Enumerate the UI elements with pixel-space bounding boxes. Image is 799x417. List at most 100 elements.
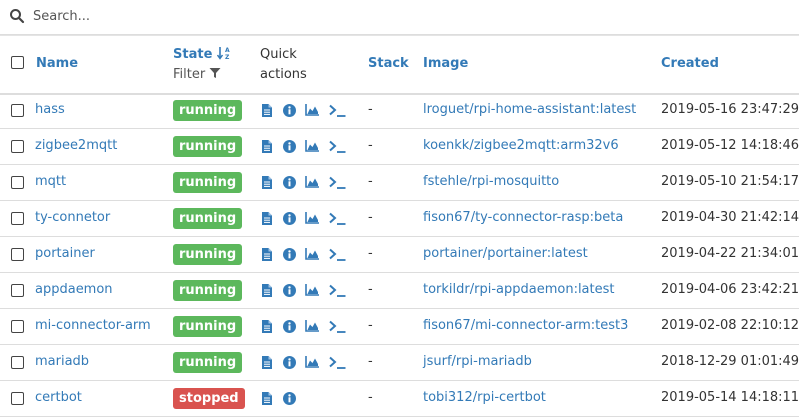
row-checkbox[interactable]: [11, 392, 24, 405]
state-filter-label: Filter: [173, 67, 206, 82]
table-row: ty-connetor running - fison67/ty-connector-…: [0, 200, 799, 237]
select-all-checkbox[interactable]: [11, 56, 24, 69]
console-icon[interactable]: [329, 103, 346, 117]
created-timestamp: 2019-04-06 23:42:21: [661, 282, 799, 297]
row-checkbox[interactable]: [11, 356, 24, 369]
table-row: mqtt running - fstehle/rpi-mosquitto 2019-05…: [0, 164, 799, 201]
logs-icon[interactable]: [262, 319, 272, 333]
created-timestamp: 2019-05-12 14:18:46: [661, 138, 799, 153]
row-checkbox[interactable]: [11, 284, 24, 297]
column-header-image[interactable]: Image: [423, 56, 468, 71]
stats-icon[interactable]: [305, 139, 319, 153]
row-checkbox[interactable]: [11, 176, 24, 189]
stack-value: -: [368, 138, 373, 153]
table-row: certbot stopped - tobi312/rpi-certbot 2019-0…: [0, 380, 799, 417]
inspect-icon[interactable]: [283, 211, 296, 225]
logs-icon[interactable]: [262, 355, 272, 369]
image-link[interactable]: fstehle/rpi-mosquitto: [423, 164, 559, 200]
image-link[interactable]: torkildr/rpi-appdaemon:latest: [423, 272, 615, 308]
created-timestamp: 2019-05-16 23:47:29: [661, 102, 799, 117]
table-row: portainer running - portainer/portainer:lat…: [0, 236, 799, 273]
container-name-link[interactable]: mariadb: [35, 344, 89, 380]
image-link[interactable]: tobi312/rpi-certbot: [423, 380, 546, 416]
logs-icon[interactable]: [262, 103, 272, 117]
created-timestamp: 2018-12-29 01:01:49: [661, 354, 799, 369]
stack-value: -: [368, 282, 373, 297]
console-icon[interactable]: [329, 319, 346, 333]
inspect-icon[interactable]: [283, 283, 296, 297]
container-name-link[interactable]: mi-connector-arm: [35, 308, 151, 344]
inspect-icon[interactable]: [283, 319, 296, 333]
image-link[interactable]: fison67/mi-connector-arm:test3: [423, 308, 628, 344]
logs-icon[interactable]: [262, 139, 272, 153]
column-header-state-label: State: [173, 47, 213, 62]
console-icon[interactable]: [329, 247, 346, 261]
image-link[interactable]: koenkk/zigbee2mqtt:arm32v6: [423, 128, 619, 164]
column-header-stack[interactable]: Stack: [368, 56, 409, 71]
image-link[interactable]: jsurf/rpi-mariadb: [423, 344, 532, 380]
logs-icon[interactable]: [262, 175, 272, 189]
stats-icon[interactable]: [305, 211, 319, 225]
stats-icon[interactable]: [305, 175, 319, 189]
column-header-created[interactable]: Created: [661, 56, 719, 71]
inspect-icon[interactable]: [283, 175, 296, 189]
search-icon: [10, 9, 25, 24]
image-link[interactable]: fison67/ty-connector-rasp:beta: [423, 200, 623, 236]
status-badge: running: [173, 352, 243, 373]
row-checkbox[interactable]: [11, 140, 24, 153]
container-name-link[interactable]: appdaemon: [35, 272, 113, 308]
column-header-name[interactable]: Name: [36, 56, 78, 71]
filter-icon: [209, 68, 221, 78]
status-badge: running: [173, 280, 243, 301]
row-checkbox[interactable]: [11, 320, 24, 333]
stats-icon[interactable]: [305, 319, 319, 333]
created-timestamp: 2019-04-30 21:42:14: [661, 210, 799, 225]
container-name-link[interactable]: ty-connetor: [35, 200, 110, 236]
created-timestamp: 2019-02-08 22:10:12: [661, 318, 799, 333]
console-icon[interactable]: [329, 283, 346, 297]
column-header-quick-actions: Quick actions: [260, 45, 307, 85]
stats-icon[interactable]: [305, 283, 319, 297]
console-icon[interactable]: [329, 355, 346, 369]
console-icon[interactable]: [329, 139, 346, 153]
image-link[interactable]: portainer/portainer:latest: [423, 236, 588, 272]
console-icon[interactable]: [329, 211, 346, 225]
console-icon[interactable]: [329, 175, 346, 189]
stats-icon[interactable]: [305, 355, 319, 369]
inspect-icon[interactable]: [283, 391, 296, 405]
stats-icon[interactable]: [305, 247, 319, 261]
inspect-icon[interactable]: [283, 247, 296, 261]
image-link[interactable]: lroguet/rpi-home-assistant:latest: [423, 92, 636, 128]
logs-icon[interactable]: [262, 211, 272, 225]
search-input[interactable]: [33, 6, 773, 26]
svg-text:A: A: [225, 47, 230, 54]
container-name-link[interactable]: hass: [35, 92, 65, 128]
column-header-state[interactable]: State A Z: [173, 46, 235, 62]
status-badge: running: [173, 244, 243, 265]
container-name-link[interactable]: portainer: [35, 236, 95, 272]
stack-value: -: [368, 174, 373, 189]
logs-icon[interactable]: [262, 247, 272, 261]
stack-value: -: [368, 390, 373, 405]
table-row: mi-connector-arm running - fison67/mi-conne…: [0, 308, 799, 345]
inspect-icon[interactable]: [283, 355, 296, 369]
quick-actions-label-line2: actions: [260, 67, 307, 82]
row-checkbox[interactable]: [11, 104, 24, 117]
table-row: mariadb running - jsurf/rpi-mariadb 2018-12-…: [0, 344, 799, 381]
container-name-link[interactable]: zigbee2mqtt: [35, 128, 117, 164]
sort-desc-icon: A Z: [216, 47, 230, 61]
table-row: appdaemon running - torkildr/rpi-appdaemon:…: [0, 272, 799, 309]
stack-value: -: [368, 102, 373, 117]
state-filter-button[interactable]: Filter: [173, 67, 221, 82]
inspect-icon[interactable]: [283, 103, 296, 117]
logs-icon[interactable]: [262, 391, 272, 405]
stack-value: -: [368, 246, 373, 261]
stats-icon[interactable]: [305, 103, 319, 117]
search-bar: [0, 0, 799, 35]
container-name-link[interactable]: mqtt: [35, 164, 66, 200]
container-name-link[interactable]: certbot: [35, 380, 82, 416]
logs-icon[interactable]: [262, 283, 272, 297]
row-checkbox[interactable]: [11, 212, 24, 225]
inspect-icon[interactable]: [283, 139, 296, 153]
row-checkbox[interactable]: [11, 248, 24, 261]
